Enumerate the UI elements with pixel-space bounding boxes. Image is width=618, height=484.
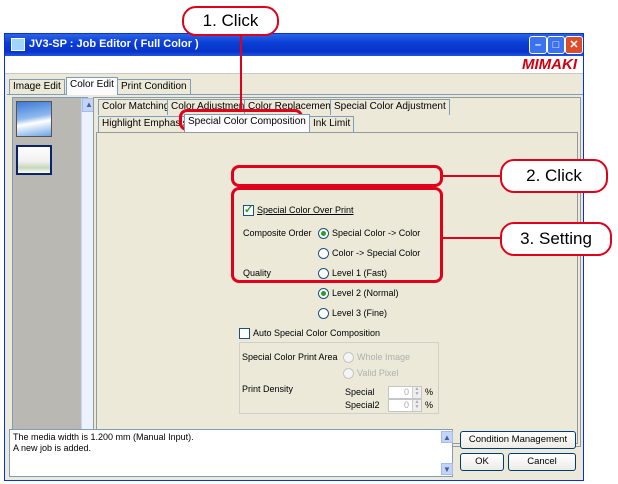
minimize-button[interactable]: – bbox=[529, 36, 547, 54]
mimaki-logo: MIMAKI bbox=[522, 56, 577, 73]
step1-callout: 1. Click bbox=[182, 6, 279, 36]
quality-option-3[interactable]: Level 3 (Fine) bbox=[332, 308, 387, 318]
print-density-label: Print Density bbox=[242, 384, 294, 394]
quality-radio-3[interactable] bbox=[318, 308, 329, 319]
tab-color-matching[interactable]: Color Matching bbox=[98, 99, 174, 115]
status-message-box: The media width is 1.200 mm (Manual Inpu… bbox=[9, 429, 453, 477]
tab-special-color-composition[interactable]: Special Color Composition bbox=[184, 114, 310, 132]
special2-density-value: 0 bbox=[403, 400, 409, 410]
tab-highlight-emphasis[interactable]: Highlight Emphasis bbox=[98, 116, 192, 132]
auto-composition-label[interactable]: Auto Special Color Composition bbox=[253, 328, 380, 338]
thumbnail-image-1[interactable] bbox=[16, 101, 52, 137]
thumbnail-list: ▲ ▼ bbox=[12, 97, 96, 447]
special2-density-unit: % bbox=[425, 400, 434, 410]
spinner-arrows-icon[interactable]: ▲ ▼ bbox=[412, 387, 421, 398]
step3-highlight bbox=[231, 187, 443, 283]
tab-color-edit[interactable]: Color Edit bbox=[66, 77, 118, 95]
print-area-radio-1[interactable] bbox=[343, 352, 354, 363]
step2-highlight bbox=[231, 165, 443, 187]
special2-density-input[interactable]: 0 ▲ ▼ bbox=[388, 399, 422, 412]
title-bar[interactable]: JV3-SP : Job Editor ( Full Color ) – □ ✕ bbox=[5, 34, 583, 56]
print-area-label: Special Color Print Area bbox=[242, 352, 338, 362]
spinner-arrows-icon[interactable]: ▲ ▼ bbox=[412, 400, 421, 411]
special-density-value: 0 bbox=[403, 387, 409, 397]
quality-radio-2[interactable] bbox=[318, 288, 329, 299]
brand-bar: MIMAKI bbox=[5, 56, 583, 74]
auto-composition-checkbox[interactable] bbox=[239, 328, 250, 339]
thumbnail-image-2[interactable] bbox=[16, 145, 52, 175]
special-density-label: Special bbox=[345, 387, 375, 397]
status-scroll-up-icon[interactable]: ▲ bbox=[441, 431, 453, 443]
tab-special-color-adjustment[interactable]: Special Color Adjustment bbox=[330, 99, 450, 115]
step1-leader-line bbox=[240, 36, 242, 110]
print-area-option-1[interactable]: Whole Image bbox=[357, 352, 410, 362]
window-title: JV3-SP : Job Editor ( Full Color ) bbox=[29, 38, 199, 50]
tab-ink-limit[interactable]: Ink Limit bbox=[309, 116, 355, 132]
special-density-unit: % bbox=[425, 387, 434, 397]
special-density-input[interactable]: 0 ▲ ▼ bbox=[388, 386, 422, 399]
step3-leader-line bbox=[443, 237, 500, 239]
print-area-option-2[interactable]: Valid Pixel bbox=[357, 368, 398, 378]
quality-option-2[interactable]: Level 2 (Normal) bbox=[332, 288, 399, 298]
close-button[interactable]: ✕ bbox=[565, 36, 583, 54]
maximize-button[interactable]: □ bbox=[547, 36, 565, 54]
print-area-radio-2[interactable] bbox=[343, 368, 354, 379]
ok-button[interactable]: OK bbox=[460, 453, 504, 471]
app-icon bbox=[11, 38, 25, 51]
cancel-button[interactable]: Cancel bbox=[508, 453, 576, 471]
status-line-2: A new job is added. bbox=[13, 443, 92, 453]
special2-density-label: Special2 bbox=[345, 400, 380, 410]
status-scroll-down-icon[interactable]: ▼ bbox=[441, 463, 453, 475]
step3-callout: 3. Setting bbox=[500, 222, 612, 256]
condition-management-button[interactable]: Condition Management bbox=[460, 431, 576, 449]
status-line-1: The media width is 1.200 mm (Manual Inpu… bbox=[13, 432, 194, 442]
tab-image-edit[interactable]: Image Edit bbox=[9, 79, 65, 95]
step2-leader-line bbox=[443, 175, 500, 177]
step2-callout: 2. Click bbox=[500, 159, 608, 193]
tab-print-condition[interactable]: Print Condition bbox=[117, 79, 191, 95]
